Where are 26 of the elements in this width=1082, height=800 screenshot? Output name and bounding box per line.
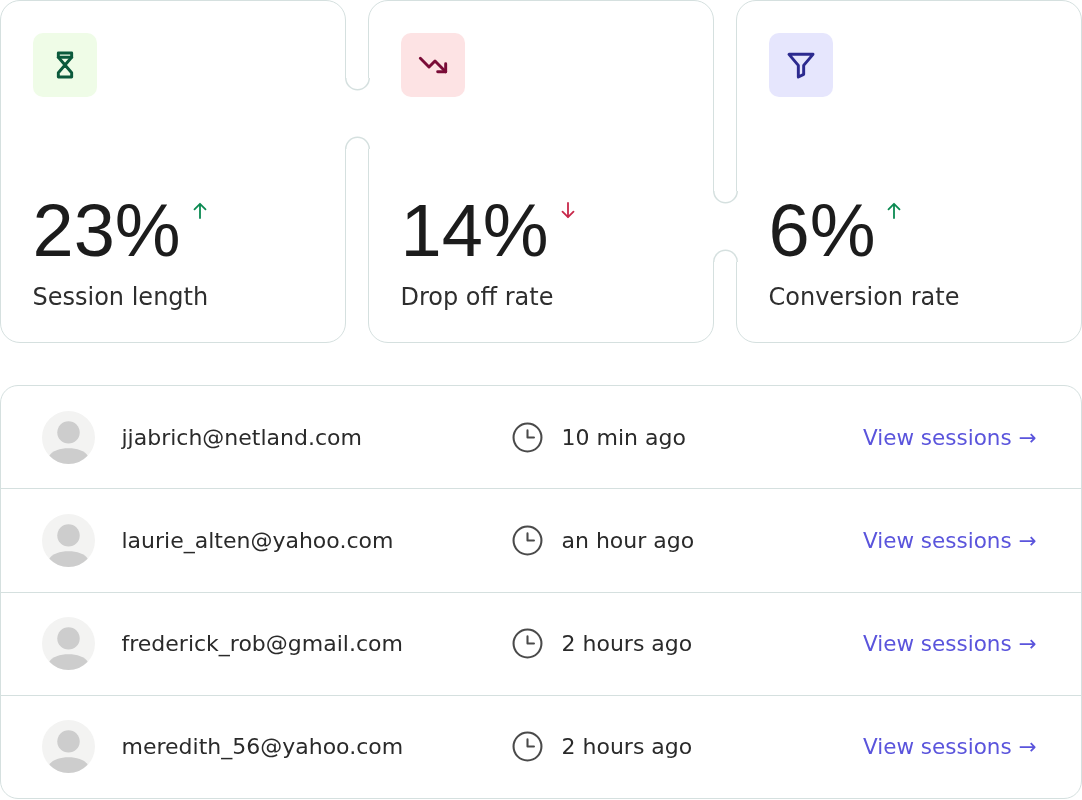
view-sessions-link[interactable]: View sessions →	[863, 424, 1037, 450]
avatar-icon	[41, 720, 95, 774]
clock-icon	[511, 524, 543, 556]
avatar-icon	[41, 617, 95, 671]
view-sessions-link[interactable]: View sessions →	[863, 631, 1037, 657]
stat-value: 6%	[768, 193, 876, 268]
stat-label: Conversion rate	[768, 281, 961, 312]
avatar-icon	[41, 513, 95, 567]
stat-label: Drop off rate	[400, 281, 555, 312]
user-email: jjabrich@netland.com	[121, 424, 363, 450]
session-time: 10 min ago	[561, 424, 687, 450]
user-email: laurie_alten@yahoo.com	[121, 527, 395, 553]
session-time: 2 hours ago	[561, 734, 694, 760]
user-email: frederick_rob@gmail.com	[121, 631, 404, 657]
stat-value: 23%	[32, 193, 181, 268]
clock-icon	[511, 421, 543, 453]
user-email: meredith_56@yahoo.com	[121, 734, 405, 760]
stat-label: Session length	[32, 281, 210, 312]
session-time: 2 hours ago	[561, 631, 694, 657]
clock-icon	[511, 628, 543, 660]
clock-icon	[511, 731, 543, 763]
session-time: an hour ago	[561, 527, 696, 553]
view-sessions-link[interactable]: View sessions →	[863, 527, 1037, 553]
stat-value: 14%	[400, 193, 549, 268]
view-sessions-link[interactable]: View sessions →	[863, 734, 1037, 760]
avatar-icon	[41, 410, 95, 464]
